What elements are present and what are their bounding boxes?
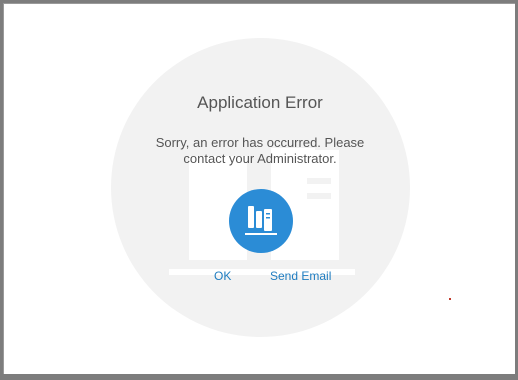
background-illustration [111,38,410,337]
error-dialog: Application Error Sorry, an error has oc… [3,3,515,374]
server-slot [307,193,331,199]
server-slot [307,178,331,184]
error-message: Sorry, an error has occurred. Please con… [155,135,365,166]
send-email-button[interactable]: Send Email [270,269,331,283]
ok-button[interactable]: OK [214,269,231,283]
application-servers-icon [229,189,293,253]
dialog-title: Application Error [197,93,323,112]
stray-pixel-mark [449,298,451,300]
